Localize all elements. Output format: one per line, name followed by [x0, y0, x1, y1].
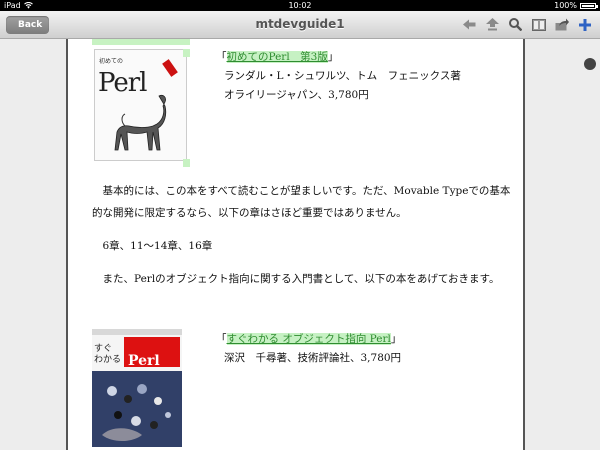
book-publisher-1: オライリージャパン、3,780円	[224, 89, 369, 101]
search-icon[interactable]	[508, 17, 523, 32]
book-icon[interactable]	[531, 17, 546, 32]
book-title-2: 「すぐわかる オブジェクト指向 Perl」	[216, 333, 402, 345]
paragraph-3: また、Perlのオブジェクト指向に関する入門書として、以下の本をあげておきます。	[92, 273, 500, 285]
arrow-left-icon[interactable]	[462, 17, 477, 32]
scroll-indicator[interactable]	[584, 58, 596, 70]
back-button[interactable]: Back	[6, 16, 50, 34]
svg-text:Perl: Perl	[128, 353, 160, 369]
book-author-2: 深沢 千尋著、技術評論社、3,780円	[224, 352, 402, 364]
camel-illustration	[114, 94, 167, 151]
cover-image: 初めての Perl	[94, 49, 187, 161]
plus-icon[interactable]	[577, 17, 592, 32]
toolbar	[462, 17, 592, 32]
status-right: 100%	[554, 0, 598, 11]
book-author-1: ランダル・L・シュワルツ、トム フェニックス著	[224, 70, 461, 82]
highlight-bar	[92, 39, 190, 45]
cover-title: 初めての	[99, 58, 124, 65]
book-link-2[interactable]: すぐわかる オブジェクト指向 Perl	[226, 333, 391, 345]
highlight-square	[183, 159, 190, 167]
status-time: 10:02	[288, 1, 312, 10]
battery-fill	[582, 4, 594, 7]
navigation-bar: mtdevguide1 Back	[0, 11, 600, 39]
book-cover-2: すぐ わかる Perl	[92, 329, 182, 447]
paragraph-1: 基本的には、この本をすべて読むことが望ましいです。ただ、Movable Type…	[92, 185, 511, 219]
cover-badge	[162, 59, 178, 77]
svg-text:わかる: わかる	[94, 354, 121, 365]
document-page[interactable]: 初めての Perl 「初めてのPerl 第3版」 ランダル・L・シュワルツ、トム…	[66, 39, 525, 450]
book-info-2: 「すぐわかる オブジェクト指向 Perl」 深沢 千尋著、技術評論社、3,780…	[216, 330, 401, 368]
battery-percent: 100%	[554, 1, 577, 10]
paragraph-2: 6章、11～14章、16章	[92, 240, 213, 252]
battery-icon	[580, 2, 598, 9]
arrow-up-icon[interactable]	[485, 17, 500, 32]
share-icon[interactable]	[554, 17, 569, 32]
highlight-square	[183, 49, 190, 57]
book-link-1[interactable]: 初めてのPerl 第3版	[226, 51, 328, 63]
book-title-1: 「初めてのPerl 第3版」	[216, 51, 339, 63]
svg-text:すぐ: すぐ	[94, 343, 112, 354]
book-cover-1: 初めての Perl	[92, 39, 190, 167]
cover-image-2: すぐ わかる Perl	[92, 329, 182, 447]
status-bar: iPad 10:02 100%	[0, 0, 600, 11]
book-info-1: 「初めてのPerl 第3版」 ランダル・L・シュワルツ、トム フェニックス著 オ…	[216, 48, 461, 105]
